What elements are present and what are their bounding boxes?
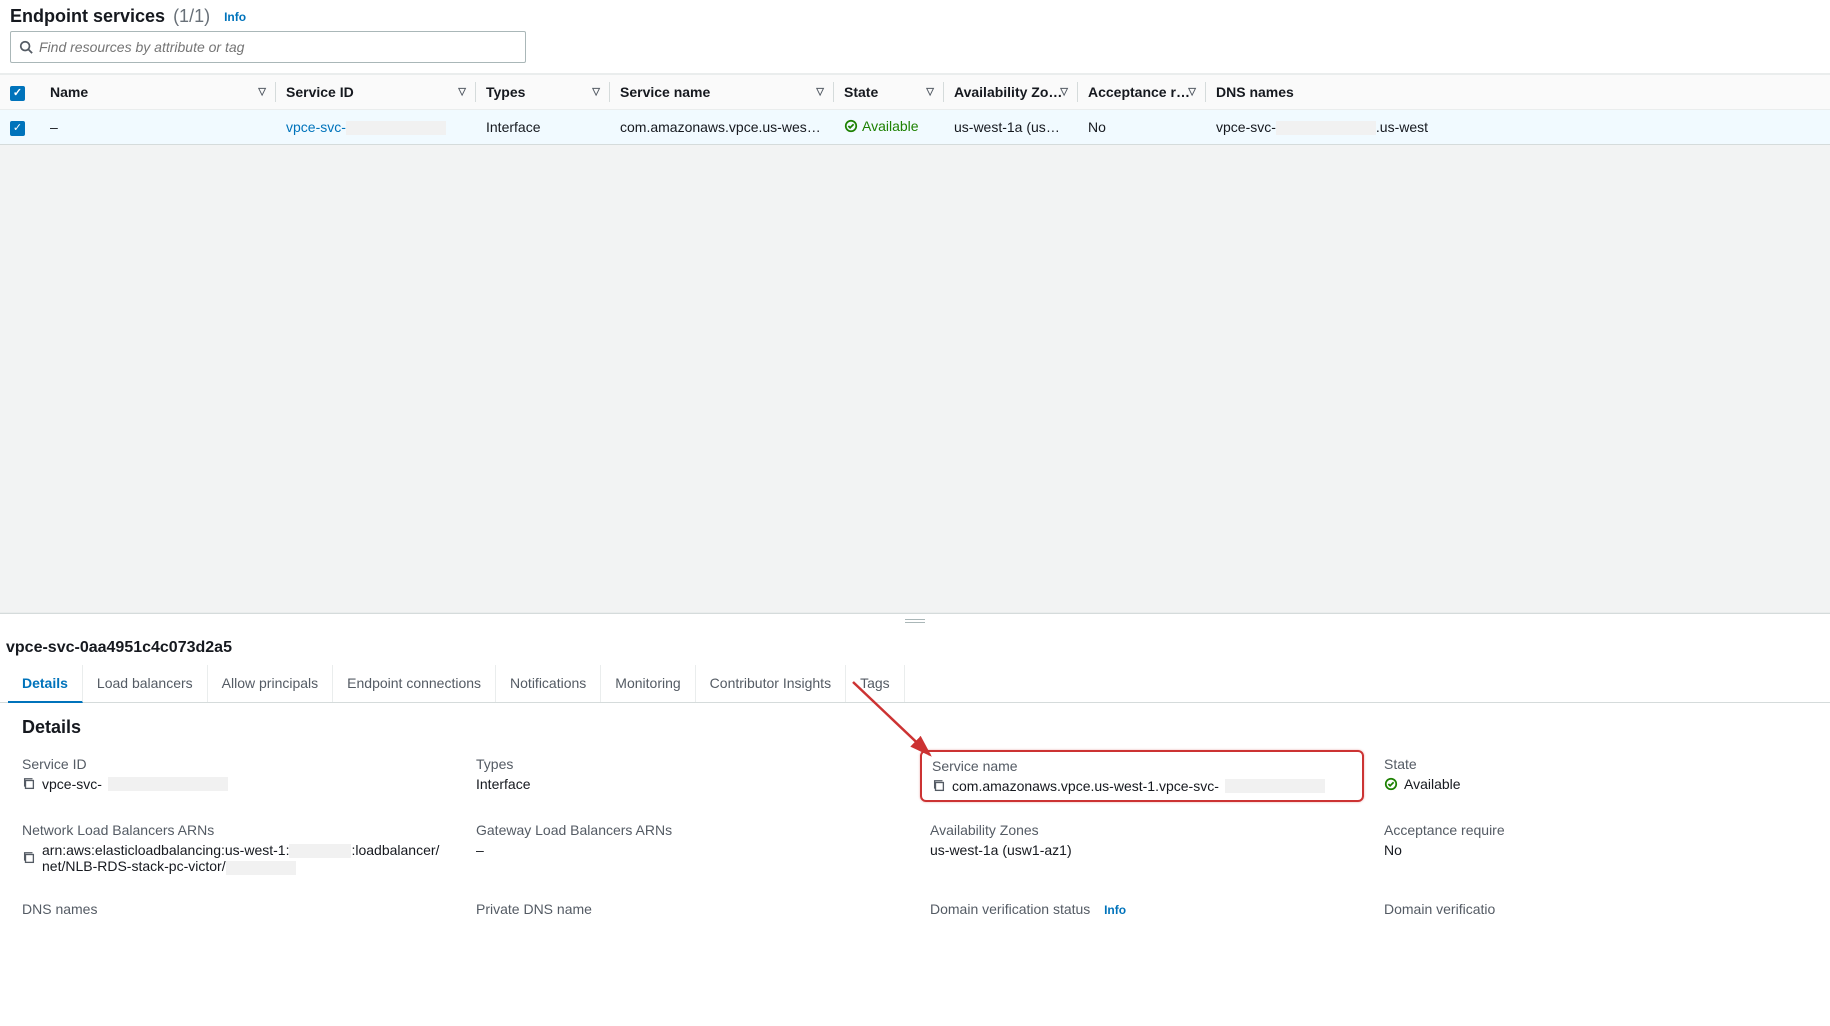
field-private-dns: Private DNS name [476,901,900,921]
cell-service-id: vpce-svc- [276,110,476,145]
field-nlb-arns: Network Load Balancers ARNs arn:aws:elas… [22,822,446,875]
col-dns[interactable]: DNS names [1206,75,1830,110]
col-service-name[interactable]: Service name▽ [610,75,834,110]
tab-monitoring[interactable]: Monitoring [601,665,695,702]
tab-details[interactable]: Details [8,665,83,703]
search-input[interactable] [39,39,517,55]
cell-types: Interface [476,110,610,145]
check-circle-icon [1384,777,1398,791]
detail-tabs: Details Load balancers Allow principals … [0,665,1830,703]
details-panel: Details Service ID vpce-svc- Types Inter… [0,703,1830,935]
field-service-name: Service name com.amazonaws.vpce.us-west-… [930,756,1354,796]
copy-icon[interactable] [932,779,946,793]
page-title: Endpoint services [10,6,165,27]
col-state[interactable]: State▽ [834,75,944,110]
detail-title: vpce-svc-0aa4951c4c073d2a5 [0,629,1830,665]
resource-count: (1/1) [173,6,210,27]
info-link[interactable]: Info [224,10,246,24]
drag-handle-icon [905,619,925,625]
tab-tags[interactable]: Tags [846,665,905,702]
field-domain-verification: Domain verificatio [1384,901,1808,921]
field-service-id: Service ID vpce-svc- [22,756,446,796]
highlight-box: Service name com.amazonaws.vpce.us-west-… [920,750,1364,802]
cell-dns: vpce-svc-.us-west [1206,110,1830,145]
row-checkbox[interactable]: ✓ [10,121,25,136]
cell-service-name: com.amazonaws.vpce.us-west-1.vpce-sv… [610,110,834,145]
tab-allow-principals[interactable]: Allow principals [208,665,333,702]
service-id-link[interactable]: vpce-svc- [286,119,446,135]
search-box[interactable] [10,31,526,63]
cell-name: – [40,110,276,145]
cell-az: us-west-1a (usw1-az1) [944,110,1078,145]
select-all-checkbox[interactable]: ✓ [10,86,25,101]
tab-endpoint-connections[interactable]: Endpoint connections [333,665,496,702]
info-link[interactable]: Info [1104,903,1126,917]
field-domain-verification-status: Domain verification status Info [930,901,1354,921]
field-acceptance: Acceptance require No [1384,822,1808,875]
col-service-id[interactable]: Service ID▽ [276,75,476,110]
field-glb-arns: Gateway Load Balancers ARNs – [476,822,900,875]
copy-icon[interactable] [22,851,36,865]
field-az: Availability Zones us-west-1a (usw1-az1) [930,822,1354,875]
copy-icon[interactable] [22,777,36,791]
search-icon [19,40,33,54]
panel-heading: Details [22,717,1808,738]
col-name[interactable]: Name▽ [40,75,276,110]
tab-load-balancers[interactable]: Load balancers [83,665,208,702]
cell-state: Available [834,110,944,145]
col-az[interactable]: Availability Zones▽ [944,75,1078,110]
col-types[interactable]: Types▽ [476,75,610,110]
endpoint-services-table: ✓ Name▽ Service ID▽ Types▽ Service name▽… [0,74,1830,145]
field-types: Types Interface [476,756,900,796]
field-state: State Available [1384,756,1808,796]
check-circle-icon [844,119,858,133]
tab-contributor-insights[interactable]: Contributor Insights [696,665,846,702]
cell-accept: No [1078,110,1206,145]
col-acceptance[interactable]: Acceptance req…▽ [1078,75,1206,110]
field-dns-names: DNS names [22,901,446,921]
tab-notifications[interactable]: Notifications [496,665,601,702]
table-row[interactable]: ✓ – vpce-svc- Interface com.amazonaws.vp… [0,110,1830,145]
split-drag-handle[interactable] [0,613,1830,629]
